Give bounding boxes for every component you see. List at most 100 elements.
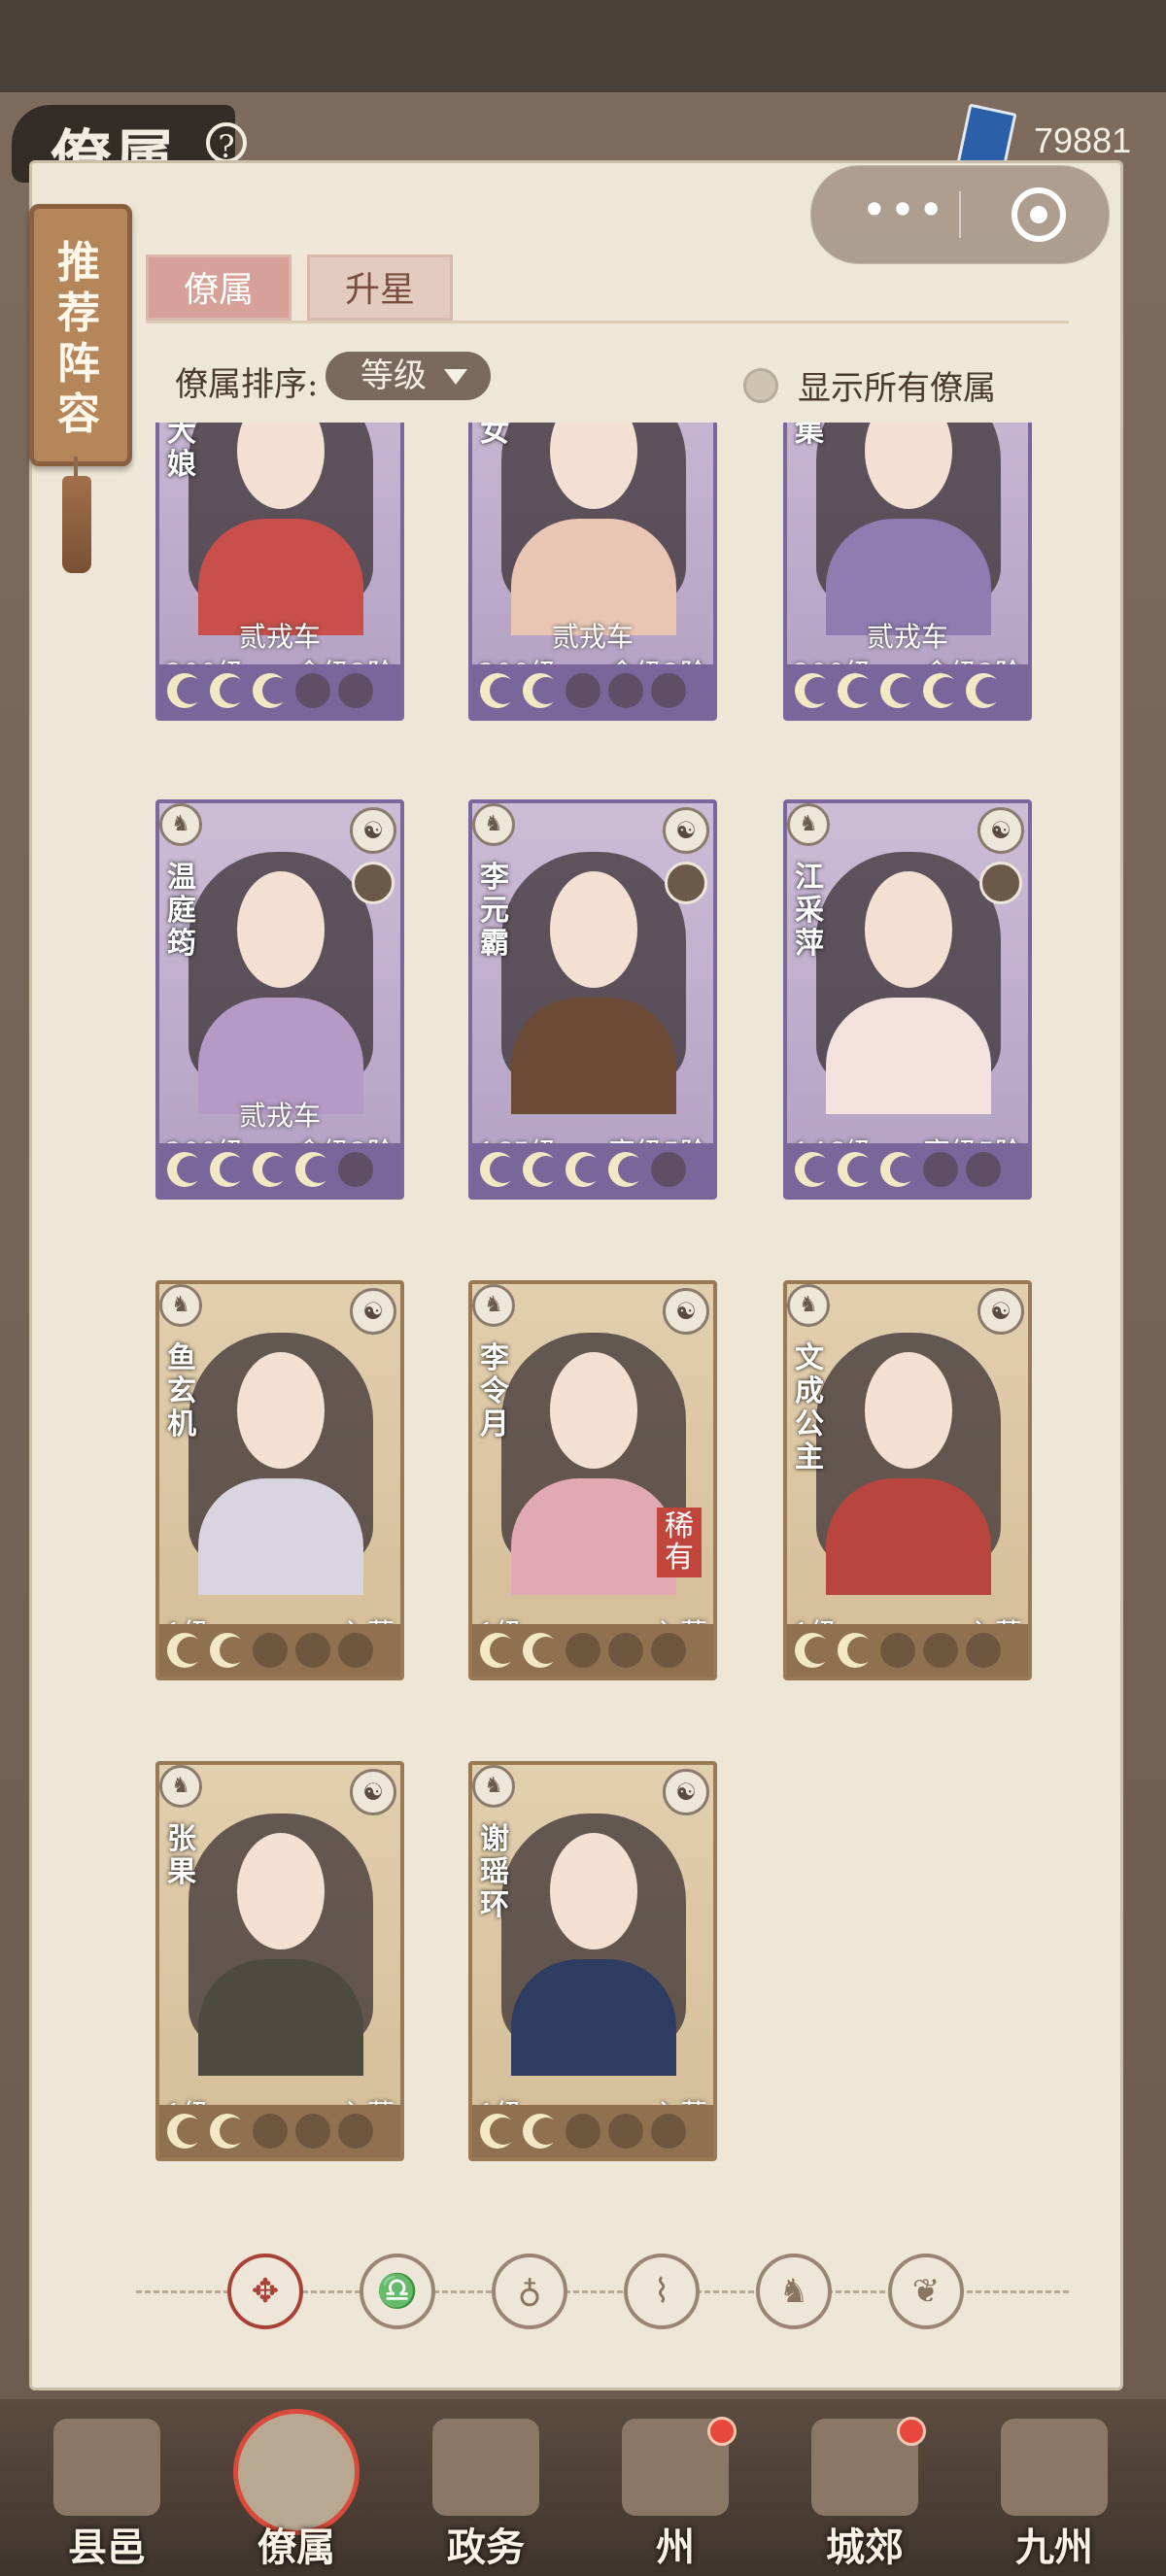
nav-item-4[interactable]: 城郊 (782, 2409, 947, 2574)
subordinate-title: 贰戎车 (238, 621, 321, 653)
filter-leaf-icon[interactable]: ❦ (888, 2254, 964, 2329)
star-rating (159, 1624, 400, 1677)
star-rating (472, 1624, 713, 1677)
tassel-decoration (62, 457, 91, 573)
star-rating (159, 664, 400, 717)
subordinate-card[interactable]: ♞☯君集贰戎车200级舍级2阶 (783, 423, 1032, 721)
bottom-navigation: 县邑 僚属 政务 州 城郊 九州 (0, 2399, 1166, 2576)
faction-badge-icon: ☯ (350, 1288, 396, 1335)
subordinate-name: 温庭筠 (167, 861, 196, 961)
star-rating (787, 1624, 1028, 1677)
notification-dot (707, 2417, 737, 2446)
nav-item-0[interactable]: 县邑 (24, 2409, 189, 2574)
nav-art-icon (432, 2419, 539, 2516)
moon-empty-icon (880, 1633, 915, 1668)
tab-star-up[interactable]: 升星 (307, 254, 453, 321)
moon-empty-icon (608, 673, 643, 708)
tab-subordinates[interactable]: 僚属 (146, 254, 292, 321)
moon-empty-icon (253, 1633, 288, 1668)
faction-badge-icon: ☯ (663, 807, 709, 854)
faction-badge-icon: ☯ (977, 807, 1024, 854)
faction-badge-icon: ☯ (663, 1769, 709, 1815)
moon-empty-icon (566, 673, 600, 708)
nav-item-3[interactable]: 州 (593, 2409, 758, 2574)
subordinate-name: 鱼玄机 (167, 1341, 196, 1441)
moon-empty-icon (651, 1633, 686, 1668)
star-rating (472, 664, 713, 717)
subordinate-card[interactable]: ♞☯孙大娘贰戎车200级舍级2阶 (155, 423, 404, 721)
faction-badge-icon: ☯ (350, 807, 396, 854)
close-target-icon[interactable] (1012, 187, 1066, 242)
subordinate-card[interactable]: ♞☯文成公主1级入幕 (783, 1280, 1032, 1680)
recommended-lineup-banner[interactable]: 推荐阵容 (29, 204, 132, 466)
subordinate-title: 贰戎车 (238, 1100, 321, 1132)
mini-program-capsule: ••• (810, 165, 1110, 264)
moon-filled-icon (167, 673, 204, 708)
star-rating (159, 2105, 400, 2157)
moon-filled-icon (795, 1152, 832, 1187)
moon-filled-icon (880, 1152, 917, 1187)
sort-dropdown[interactable]: 等级 (326, 352, 491, 400)
nav-label: 政务 (447, 2525, 525, 2570)
moon-empty-icon (338, 2114, 373, 2149)
moon-filled-icon (838, 1633, 874, 1668)
moon-filled-icon (480, 1633, 517, 1668)
subordinate-title: 贰戎车 (551, 621, 634, 653)
nav-art-icon (1001, 2419, 1108, 2516)
nav-item-1[interactable]: 僚属 (214, 2409, 379, 2574)
class-badge-icon: ♞ (159, 1765, 202, 1808)
moon-filled-icon (253, 673, 290, 708)
filter-all-icon[interactable]: ✥ (227, 2254, 303, 2329)
moon-filled-icon (608, 1152, 645, 1187)
subordinate-card[interactable]: ♞☯李令月稀有1级入幕 (468, 1280, 717, 1680)
moon-empty-icon (923, 1152, 958, 1187)
moon-filled-icon (210, 1152, 247, 1187)
faction-badge-icon: ☯ (350, 1769, 396, 1815)
moon-filled-icon (795, 1633, 832, 1668)
more-icon[interactable]: ••• (860, 187, 947, 234)
subordinate-name: 李元霸 (480, 861, 509, 961)
nav-label: 城郊 (826, 2525, 904, 2570)
moon-empty-icon (566, 1633, 600, 1668)
faction-badge-icon: ☯ (663, 1288, 709, 1335)
subordinate-card[interactable]: ♞☯李元霸165级客级5阶 (468, 799, 717, 1200)
sort-label: 僚属排序: (175, 365, 319, 404)
nav-label: 僚属 (257, 2525, 335, 2570)
class-badge-icon: ♞ (787, 1284, 830, 1327)
moon-empty-icon (651, 2114, 686, 2149)
moon-filled-icon (880, 673, 917, 708)
subordinate-name: 江采萍 (795, 861, 824, 961)
show-all-toggle[interactable]: 显示所有僚属 (743, 361, 996, 409)
moon-empty-icon (295, 673, 330, 708)
moon-filled-icon (923, 673, 960, 708)
moon-filled-icon (566, 1152, 602, 1187)
rarity-badge: 稀有 (657, 1508, 702, 1577)
star-rating (472, 1143, 713, 1196)
moon-empty-icon (966, 1152, 1001, 1187)
filter-bell-icon[interactable]: ♎ (360, 2254, 435, 2329)
nav-item-2[interactable]: 政务 (403, 2409, 568, 2574)
moon-empty-icon (253, 2114, 288, 2149)
class-badge-icon: ♞ (472, 1765, 515, 1808)
star-rating (472, 2105, 713, 2157)
subordinate-card[interactable]: ♞☯鱼玄机1级入幕 (155, 1280, 404, 1680)
radio-button[interactable] (743, 367, 778, 403)
subordinate-card[interactable]: ♞☯拂女贰戎车200级舍级2阶 (468, 423, 717, 721)
subordinate-name: 孙大娘 (167, 423, 196, 482)
filter-lion-icon[interactable]: ♞ (756, 2254, 832, 2329)
tab-bar: 僚属 升星 (146, 254, 453, 321)
filter-row: ✥ ♎ ♁ ⌇ ♞ ❦ (136, 2254, 1069, 2331)
help-icon[interactable]: ? (206, 122, 247, 165)
subordinate-name: 张果 (167, 1822, 196, 1889)
moon-filled-icon (480, 673, 517, 708)
moon-filled-icon (167, 1633, 204, 1668)
subordinate-card[interactable]: ♞☯张果1级入幕 (155, 1761, 404, 2161)
subordinate-card[interactable]: ♞☯温庭筠贰戎车200级舍级2阶 (155, 799, 404, 1200)
filter-gourd-icon[interactable]: ♁ (492, 2254, 567, 2329)
filter-fan-icon[interactable]: ⌇ (624, 2254, 700, 2329)
partner-avatar (352, 862, 394, 904)
nav-item-5[interactable]: 九州 (972, 2409, 1137, 2574)
subordinate-card[interactable]: ♞☯江采萍146级客级5阶 (783, 799, 1032, 1200)
subordinate-card[interactable]: ♞☯谢瑶环1级入幕 (468, 1761, 717, 2161)
portrait-image (482, 423, 703, 635)
